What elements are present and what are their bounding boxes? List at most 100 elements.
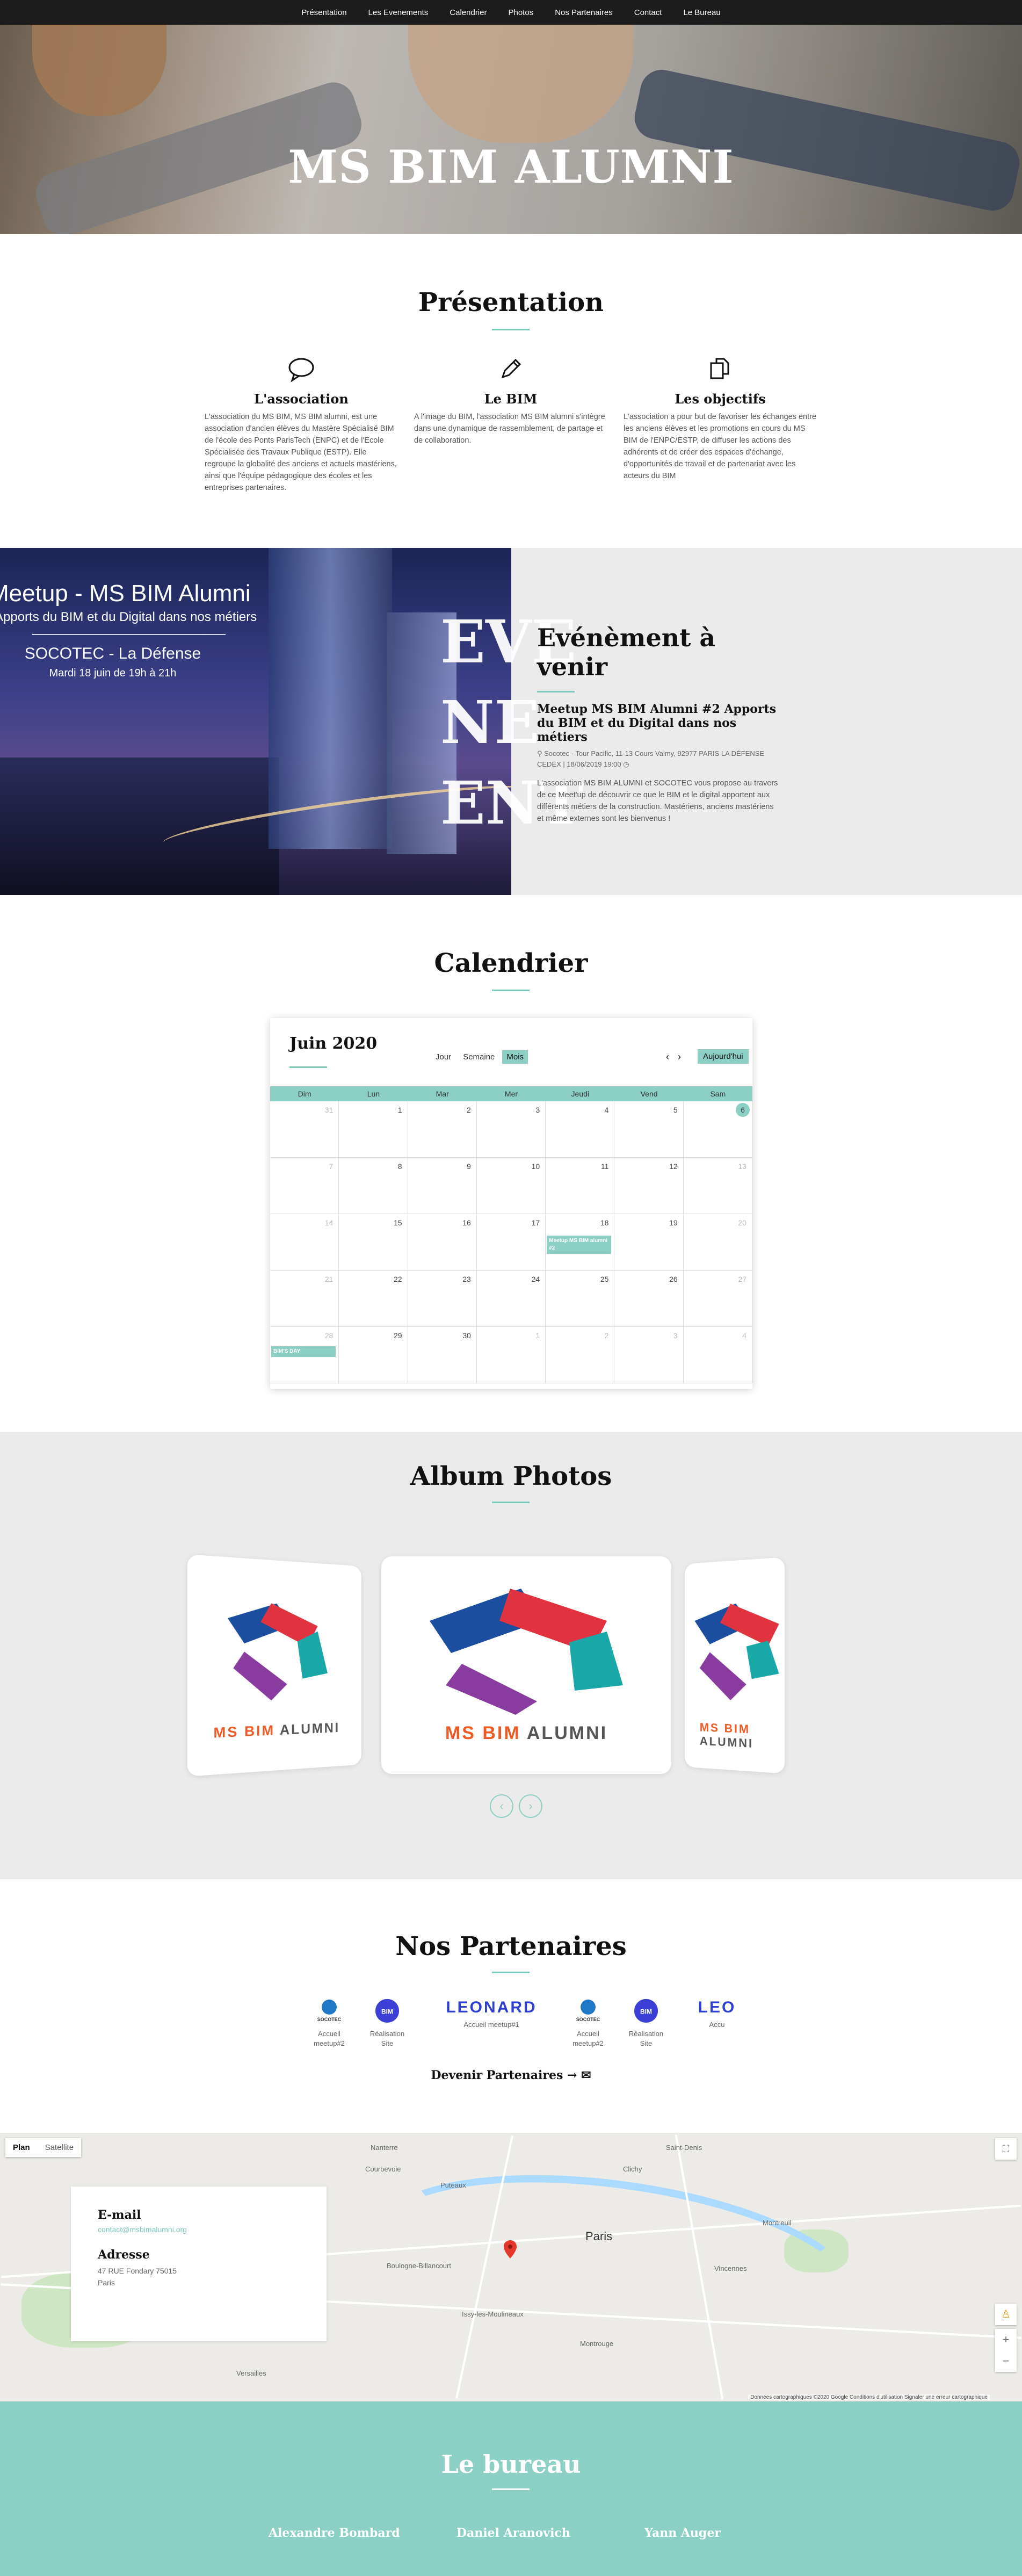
partner-leonard[interactable]: LEONARD Accueil meetup#1 [435,1998,548,2030]
calendar-day-number: 15 [393,1218,402,1227]
album-photo-center[interactable]: MS BIM ALUMNI [381,1556,671,1774]
album-next-button[interactable]: › [519,1794,542,1818]
calendar-day-cell[interactable]: 11 [546,1158,615,1214]
calendar-event[interactable]: BIM'S DAY [271,1346,336,1357]
calendar-day-cell[interactable]: 5 [614,1101,684,1158]
event-image-title: Meetup - MS BIM Alumni [0,580,251,607]
album-photo-right[interactable]: MS BIM ALUMNI [685,1557,785,1774]
map-attribution[interactable]: Données cartographiques ©2020 Google Con… [748,2394,990,2400]
calendar-day-cell[interactable]: 1 [476,1327,546,1383]
calendar-day-cell[interactable]: 26 [614,1271,684,1327]
calendar-day-cell[interactable]: 21 [270,1271,339,1327]
view-week-button[interactable]: Semaine [459,1050,499,1064]
svg-text:SOCOTEC: SOCOTEC [576,2017,600,2022]
calendar-day-cell[interactable]: 20 [683,1214,752,1271]
bim-logo-icon: BIM [634,1998,658,2023]
calendar-day-number: 4 [604,1106,609,1114]
map-plan-tab[interactable]: Plan [5,2138,38,2157]
view-month-button[interactable]: Mois [502,1050,528,1064]
partner-leonard-2[interactable]: LEO Accu [693,1998,741,2030]
nav-evenements[interactable]: Les Evenements [368,8,429,17]
email-link[interactable]: contact@msbimalumni.org [98,2225,300,2234]
event-image[interactable]: Meetup - MS BIM Alumni Apports du BIM et… [0,548,511,895]
nav-presentation[interactable]: Présentation [301,8,346,17]
calendar-day-number: 7 [329,1162,334,1171]
calendar-day-cell[interactable]: 24 [476,1271,546,1327]
calendar-day-cell[interactable]: 14 [270,1214,339,1271]
calendar-day-cell[interactable]: 17 [476,1214,546,1271]
calendar-day-cell[interactable]: 12 [614,1158,684,1214]
bureau-section: Le bureau Alexandre Bombard Daniel Arano… [0,2401,1022,2576]
calendar-day-cell[interactable]: 18 Meetup MS BIM alumni #2 [546,1214,615,1271]
calendar-day-number: 2 [604,1331,609,1340]
calendar-day-cell[interactable]: 13 [683,1158,752,1214]
album-prev-button[interactable]: ‹ [490,1794,513,1818]
calendar-day-number: 13 [738,1162,746,1171]
calendar-day-cell[interactable]: 22 [339,1271,408,1327]
calendar-day-cell[interactable]: 10 [476,1158,546,1214]
calendar-day-cell[interactable]: 15 [339,1214,408,1271]
calendar-day-cell[interactable]: 31 [270,1101,339,1158]
bim-logo-icon: BIM [375,1998,400,2023]
calendar-title: Calendrier [434,948,588,978]
calendar-day-cell[interactable]: 2 [546,1327,615,1383]
calendar-event[interactable]: Meetup MS BIM alumni #2 [547,1236,612,1254]
today-button[interactable]: Aujourd'hui [698,1049,749,1064]
event-image-location: SOCOTEC - La Défense [24,645,201,662]
fullscreen-icon[interactable]: ⛶ [995,2138,1017,2160]
zoom-out-button[interactable]: − [995,2350,1017,2372]
partner-bim-2[interactable]: BIM Réalisation Site [627,1998,665,2048]
calendar-day-cell[interactable]: 29 [339,1327,408,1383]
calendar-day-number: 10 [531,1162,540,1171]
calendar-day-number: 6 [736,1103,750,1117]
bureau-member: Daniel Aranovich [456,2526,570,2540]
google-map[interactable]: Nanterre Puteaux Courbevoie Paris Montre… [0,2133,1022,2401]
partner-socotec-2[interactable]: SOCOTEC Accueil meetup#2 [569,1998,607,2048]
calendar-day-cell[interactable]: 7 [270,1158,339,1214]
calendar-day-number: 19 [669,1218,678,1227]
calendar-day-cell[interactable]: 3 [476,1101,546,1158]
calendar-day-cell[interactable]: 27 [683,1271,752,1327]
calendar-day-cell[interactable]: 2 [408,1101,477,1158]
event-title[interactable]: Meetup MS BIM Alumni #2 Apports du BIM e… [537,702,779,744]
zoom-in-button[interactable]: + [995,2329,1017,2350]
pegman-icon[interactable]: ♙ [995,2304,1017,2325]
calendar-day-cell[interactable]: 23 [408,1271,477,1327]
calendar-day-number: 20 [738,1218,746,1227]
nav-partenaires[interactable]: Nos Partenaires [555,8,613,17]
chevron-right-icon[interactable]: › [678,1051,690,1062]
album-photo-left[interactable]: MS BIM ALUMNI [187,1554,361,1777]
calendar-day-cell[interactable]: 1 [339,1101,408,1158]
calendar-day-cell[interactable]: 19 [614,1214,684,1271]
presentation-col-text: A l'image du BIM, l'association MS BIM a… [414,413,605,445]
nav-bureau[interactable]: Le Bureau [683,8,720,17]
calendar-day-cell[interactable]: 4 [683,1327,752,1383]
title-underline [492,329,530,330]
nav-photos[interactable]: Photos [508,8,533,17]
map-marker-icon[interactable] [504,2240,517,2258]
calendar-day-cell[interactable]: 30 [408,1327,477,1383]
calendar-day-cell[interactable]: 9 [408,1158,477,1214]
chevron-left-icon[interactable]: ‹ [666,1051,678,1062]
calendar-day-cell[interactable]: 28 BIM'S DAY [270,1327,339,1383]
calendar-day-cell[interactable]: 6 [683,1101,752,1158]
nav-calendrier[interactable]: Calendrier [450,8,487,17]
become-partner-link[interactable]: Devenir Partenaires → ✉ [0,2068,1022,2082]
calendar-day-cell[interactable]: 3 [614,1327,684,1383]
nav-contact[interactable]: Contact [634,8,662,17]
leonard-logo-icon: LEO [698,1998,736,2016]
view-day-button[interactable]: Jour [431,1050,455,1064]
calendar-day-cell[interactable]: 16 [408,1214,477,1271]
event-image-date: Mardi 18 juin de 19h à 21h [49,667,177,679]
partner-socotec[interactable]: SOCOTEC Accueil meetup#2 [310,1998,348,2048]
calendar-day-cell[interactable]: 25 [546,1271,615,1327]
bureau-title: Le bureau [441,2450,581,2479]
map-satellite-tab[interactable]: Satellite [38,2138,81,2157]
calendar-day-cell[interactable]: 8 [339,1158,408,1214]
partner-bim[interactable]: BIM Réalisation Site [368,1998,406,2048]
calendar-day-cell[interactable]: 4 [546,1101,615,1158]
contact-card: E-mail contact@msbimalumni.org Adresse 4… [71,2187,327,2341]
calendar-day-number: 25 [600,1275,609,1283]
pencil-icon [495,355,527,387]
calendar-day-number: 5 [673,1106,678,1114]
